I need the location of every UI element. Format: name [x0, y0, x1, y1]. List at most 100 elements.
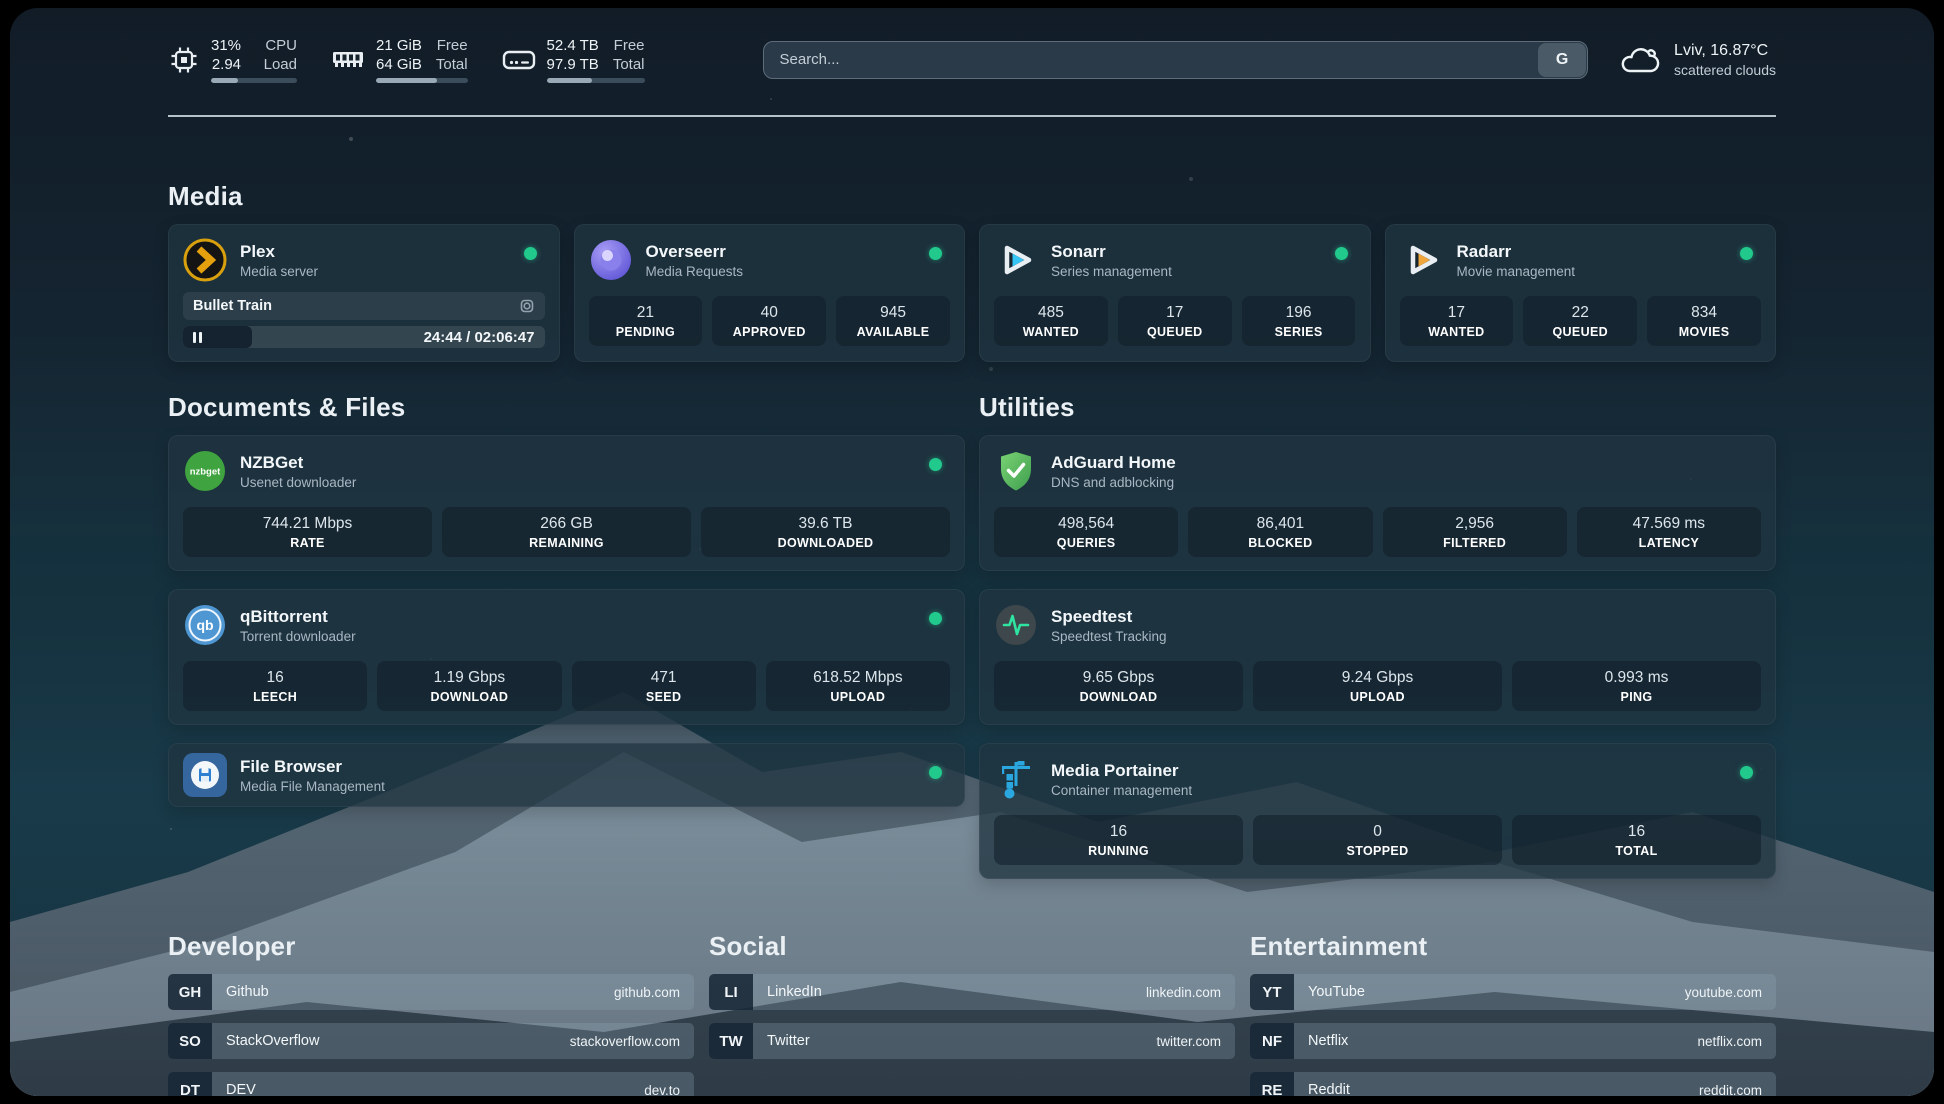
stat-filtered: 2,956 FILTERED: [1383, 507, 1567, 557]
nzbget-icon: nzbget: [183, 449, 227, 493]
bookmark-group-developer: Developer GH Github github.com SO StackO…: [168, 931, 694, 1096]
service-card-plex[interactable]: Plex Media server Bullet Train: [168, 224, 560, 362]
stat-rate: 744.21 Mbps RATE: [183, 507, 432, 557]
cpu-load-label: Load: [264, 55, 297, 74]
cpu-progress-track: [211, 78, 297, 83]
service-title: Sonarr: [1051, 242, 1172, 262]
service-title: Speedtest: [1051, 607, 1167, 627]
bookmark-dev[interactable]: DT DEV dev.to: [168, 1072, 694, 1096]
pause-icon: [193, 332, 202, 343]
stat-movies: 834 MOVIES: [1647, 296, 1761, 346]
service-card-filebrowser[interactable]: File Browser Media File Management: [168, 743, 965, 807]
search-input[interactable]: [764, 42, 1538, 78]
stat-ping: 0.993 ms PING: [1512, 661, 1761, 711]
status-dot: [929, 458, 942, 471]
svg-text:nzbget: nzbget: [190, 467, 221, 478]
disk-progress-track: [547, 78, 645, 83]
qbittorrent-icon: qb: [183, 603, 227, 647]
cpu-usage-value: 31%: [211, 36, 241, 55]
stat-approved: 40 APPROVED: [712, 296, 826, 346]
memory-free-value: 21 GiB: [376, 36, 422, 55]
service-card-adguard[interactable]: AdGuard Home DNS and adblocking 498,564 …: [979, 435, 1776, 571]
plex-now-playing-row: Bullet Train: [183, 292, 545, 320]
memory-total-value: 64 GiB: [376, 55, 422, 74]
disk-icon: [502, 46, 536, 74]
service-title: AdGuard Home: [1051, 453, 1176, 473]
entertainment-section-heading: Entertainment: [1250, 931, 1776, 962]
service-card-overseerr[interactable]: Overseerr Media Requests 21 PENDING 40 A…: [574, 224, 966, 362]
overseerr-icon: [589, 238, 633, 282]
search-bar[interactable]: G: [763, 41, 1589, 79]
service-subtitle: Speedtest Tracking: [1051, 629, 1167, 644]
status-dot: [929, 766, 942, 779]
stat-total: 16 TOTAL: [1512, 815, 1761, 865]
stat-seed: 471 SEED: [572, 661, 756, 711]
service-subtitle: Torrent downloader: [240, 629, 356, 644]
bookmark-github[interactable]: GH Github github.com: [168, 974, 694, 1010]
radarr-icon: [1400, 238, 1444, 282]
stat-upload: 9.24 Gbps UPLOAD: [1253, 661, 1502, 711]
stat-wanted: 17 WANTED: [1400, 296, 1514, 346]
status-dot: [1335, 247, 1348, 260]
bookmark-youtube[interactable]: YT YouTube youtube.com: [1250, 974, 1776, 1010]
plex-icon: [183, 238, 227, 282]
service-card-speedtest[interactable]: Speedtest Speedtest Tracking 9.65 Gbps D…: [979, 589, 1776, 725]
service-subtitle: Container management: [1051, 783, 1192, 798]
cpu-icon: [168, 44, 200, 76]
service-card-nzbget[interactable]: nzbget NZBGet Usenet downloader 744.: [168, 435, 965, 571]
disk-widget: 52.4 TB 97.9 TB Free Total: [502, 36, 645, 83]
stat-download: 9.65 Gbps DOWNLOAD: [994, 661, 1243, 711]
service-subtitle: Series management: [1051, 264, 1172, 279]
bookmark-reddit[interactable]: RE Reddit reddit.com: [1250, 1072, 1776, 1096]
sonarr-icon: [994, 238, 1038, 282]
service-card-qbittorrent[interactable]: qb qBittorrent Torrent downloader 16: [168, 589, 965, 725]
bookmark-linkedin[interactable]: LI LinkedIn linkedin.com: [709, 974, 1235, 1010]
memory-total-label: Total: [436, 55, 468, 74]
service-title: Media Portainer: [1051, 761, 1192, 781]
stat-queued: 17 QUEUED: [1118, 296, 1232, 346]
service-card-sonarr[interactable]: Sonarr Series management 485 WANTED 17 Q…: [979, 224, 1371, 362]
memory-progress-fill: [376, 78, 437, 83]
bookmark-netflix[interactable]: NF Netflix netflix.com: [1250, 1023, 1776, 1059]
bookmark-group-social: Social LI LinkedIn linkedin.com TW Twitt…: [709, 931, 1235, 1059]
cpu-progress-fill: [211, 78, 238, 83]
memory-widget: 21 GiB 64 GiB Free Total: [331, 36, 468, 83]
service-title: Plex: [240, 242, 318, 262]
stat-available: 945 AVAILABLE: [836, 296, 950, 346]
documents-column: Documents & Files nzbget: [168, 362, 965, 807]
bookmark-group-entertainment: Entertainment YT YouTube youtube.com NF …: [1250, 931, 1776, 1096]
developer-section-heading: Developer: [168, 931, 694, 962]
bookmark-stackoverflow[interactable]: SO StackOverflow stackoverflow.com: [168, 1023, 694, 1059]
service-title: File Browser: [240, 757, 385, 777]
memory-free-label: Free: [436, 36, 468, 55]
cpu-widget: 31% 2.94 CPU Load: [168, 36, 297, 83]
stat-download: 1.19 Gbps DOWNLOAD: [377, 661, 561, 711]
filebrowser-icon: [183, 753, 227, 797]
service-card-portainer[interactable]: Media Portainer Container management 16 …: [979, 743, 1776, 879]
playback-time: 24:44 / 02:06:47: [424, 329, 545, 346]
adguard-icon: [994, 449, 1038, 493]
disk-progress-fill: [547, 78, 592, 83]
service-subtitle: Media server: [240, 264, 318, 279]
utilities-column: Utilities: [979, 362, 1776, 879]
weather-condition: scattered clouds: [1674, 61, 1776, 79]
bookmark-twitter[interactable]: TW Twitter twitter.com: [709, 1023, 1235, 1059]
stat-running: 16 RUNNING: [994, 815, 1243, 865]
status-dot: [1740, 766, 1753, 779]
search-provider-button[interactable]: G: [1538, 43, 1586, 77]
plex-playback-progress: 24:44 / 02:06:47: [183, 326, 545, 348]
service-subtitle: DNS and adblocking: [1051, 475, 1176, 490]
service-title: qBittorrent: [240, 607, 356, 627]
stat-stopped: 0 STOPPED: [1253, 815, 1502, 865]
service-title: Overseerr: [646, 242, 744, 262]
service-subtitle: Media Requests: [646, 264, 744, 279]
stat-wanted: 485 WANTED: [994, 296, 1108, 346]
dashboard-screen: 31% 2.94 CPU Load: [10, 8, 1934, 1096]
stat-upload: 618.52 Mbps UPLOAD: [766, 661, 950, 711]
weather-location-temp: Lviv, 16.87°C: [1674, 41, 1776, 61]
session-view-icon[interactable]: [519, 298, 535, 314]
service-card-radarr[interactable]: Radarr Movie management 17 WANTED 22 QUE…: [1385, 224, 1777, 362]
stat-blocked: 86,401 BLOCKED: [1188, 507, 1372, 557]
social-section-heading: Social: [709, 931, 1235, 962]
media-section-heading: Media: [168, 181, 1776, 212]
